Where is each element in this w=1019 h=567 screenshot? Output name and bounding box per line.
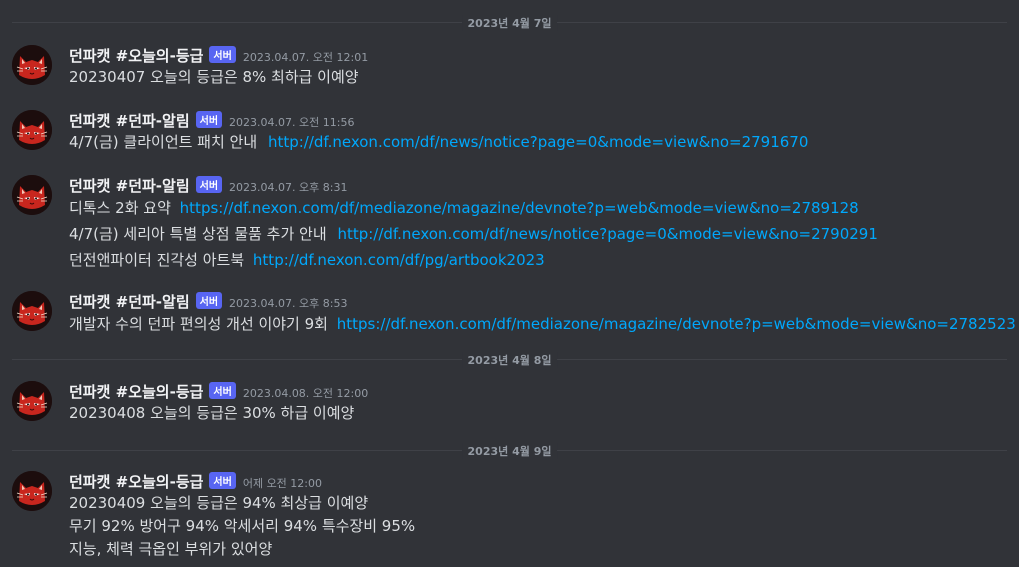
- server-badge: 서버: [209, 472, 236, 489]
- message-text: 4/7(금) 세리아 특별 상점 물품 추가 안내 http://df.nexo…: [69, 223, 878, 244]
- author-name[interactable]: 던파캣 #던파-알림: [69, 175, 190, 196]
- author-name[interactable]: 던파캣 #던파-알림: [69, 110, 190, 131]
- message-text: 지능, 체력 극옵인 부위가 있어양: [69, 538, 272, 559]
- server-badge: 서버: [209, 382, 236, 399]
- message-text: 20230409 오늘의 등급은 94% 최상급 이예양: [69, 492, 368, 513]
- message-content: 20230407 오늘의 등급은 8% 최하급 이예양: [69, 68, 359, 86]
- message-text: 4/7(금) 클라이언트 패치 안내 http://df.nexon.com/d…: [69, 131, 808, 152]
- message-text: 개발자 수의 던파 편의성 개선 이야기 9회 https://df.nexon…: [69, 313, 1016, 334]
- cat-avatar-icon: [12, 175, 52, 215]
- message-header: 던파캣 #오늘의-등급 서버 2023.04.07. 오전 12:01: [69, 45, 368, 66]
- cat-avatar-icon: [12, 471, 52, 511]
- message-content: 20230408 오늘의 등급은 30% 하급 이예양: [69, 404, 355, 422]
- message-content: 4/7(금) 세리아 특별 상점 물품 추가 안내: [69, 225, 327, 243]
- author-name[interactable]: 던파캣 #오늘의-등급: [69, 45, 203, 66]
- message-text: 20230408 오늘의 등급은 30% 하급 이예양: [69, 402, 354, 423]
- message-content: 무기 92% 방어구 94% 악세서리 94% 특수장비 95%: [69, 517, 416, 535]
- timestamp: 2023.04.07. 오후 8:53: [229, 297, 348, 310]
- message-text: 던전앤파이터 진각성 아트북 http://df.nexon.com/df/pg…: [69, 249, 545, 270]
- message-text: 20230407 오늘의 등급은 8% 최하급 이예양: [69, 66, 359, 87]
- avatar[interactable]: [12, 45, 52, 85]
- avatar[interactable]: [12, 291, 52, 331]
- message-link[interactable]: https://df.nexon.com/df/mediazone/magazi…: [180, 199, 859, 217]
- date-divider-label: 2023년 4월 7일: [461, 15, 558, 31]
- timestamp: 2023.04.08. 오전 12:00: [242, 387, 369, 400]
- message-content: 개발자 수의 던파 편의성 개선 이야기 9회: [69, 315, 328, 333]
- message-content: 지능, 체력 극옵인 부위가 있어양: [69, 540, 273, 558]
- timestamp: 어제 오전 12:00: [242, 477, 323, 490]
- message-header: 던파캣 #오늘의-등급 서버 어제 오전 12:00: [69, 471, 322, 492]
- date-divider-label: 2023년 4월 9일: [461, 443, 558, 459]
- message-link[interactable]: http://df.nexon.com/df/pg/artbook2023: [253, 251, 545, 269]
- author-name[interactable]: 던파캣 #오늘의-등급: [69, 471, 203, 492]
- avatar[interactable]: [12, 110, 52, 150]
- message-link[interactable]: http://df.nexon.com/df/news/notice?page=…: [268, 133, 808, 151]
- message-text: 디톡스 2화 요약 https://df.nexon.com/df/mediaz…: [69, 197, 859, 218]
- message-link[interactable]: http://df.nexon.com/df/news/notice?page=…: [337, 225, 877, 243]
- date-divider: 2023년 4월 7일: [12, 15, 1007, 31]
- message-header: 던파캣 #오늘의-등급 서버 2023.04.08. 오전 12:00: [69, 381, 368, 402]
- cat-avatar-icon: [12, 45, 52, 85]
- server-badge: 서버: [195, 176, 223, 193]
- message-link[interactable]: https://df.nexon.com/df/mediazone/magazi…: [337, 315, 1016, 333]
- date-divider: 2023년 4월 8일: [12, 352, 1007, 368]
- author-name[interactable]: 던파캣 #오늘의-등급: [69, 381, 203, 402]
- avatar[interactable]: [12, 175, 52, 215]
- message-header: 던파캣 #던파-알림 서버 2023.04.07. 오후 8:53: [69, 291, 347, 312]
- timestamp: 2023.04.07. 오전 12:01: [242, 51, 369, 64]
- server-badge: 서버: [195, 111, 223, 128]
- message-header: 던파캣 #던파-알림 서버 2023.04.07. 오후 8:31: [69, 175, 347, 196]
- message-content: 4/7(금) 클라이언트 패치 안내: [69, 133, 258, 151]
- cat-avatar-icon: [12, 381, 52, 421]
- date-divider-label: 2023년 4월 8일: [461, 352, 558, 368]
- date-divider: 2023년 4월 9일: [12, 443, 1007, 459]
- author-name[interactable]: 던파캣 #던파-알림: [69, 291, 190, 312]
- cat-avatar-icon: [12, 291, 52, 331]
- timestamp: 2023.04.07. 오전 11:56: [229, 116, 355, 129]
- cat-avatar-icon: [12, 110, 52, 150]
- message-header: 던파캣 #던파-알림 서버 2023.04.07. 오전 11:56: [69, 110, 354, 131]
- server-badge: 서버: [209, 46, 236, 63]
- server-badge: 서버: [195, 292, 223, 309]
- message-content: 던전앤파이터 진각성 아트북: [69, 251, 245, 269]
- avatar[interactable]: [12, 471, 52, 511]
- message-content: 20230409 오늘의 등급은 94% 최상급 이예양: [69, 494, 369, 512]
- message-content: 디톡스 2화 요약: [69, 199, 171, 217]
- avatar[interactable]: [12, 381, 52, 421]
- timestamp: 2023.04.07. 오후 8:31: [229, 181, 348, 194]
- message-text: 무기 92% 방어구 94% 악세서리 94% 특수장비 95%: [69, 515, 415, 536]
